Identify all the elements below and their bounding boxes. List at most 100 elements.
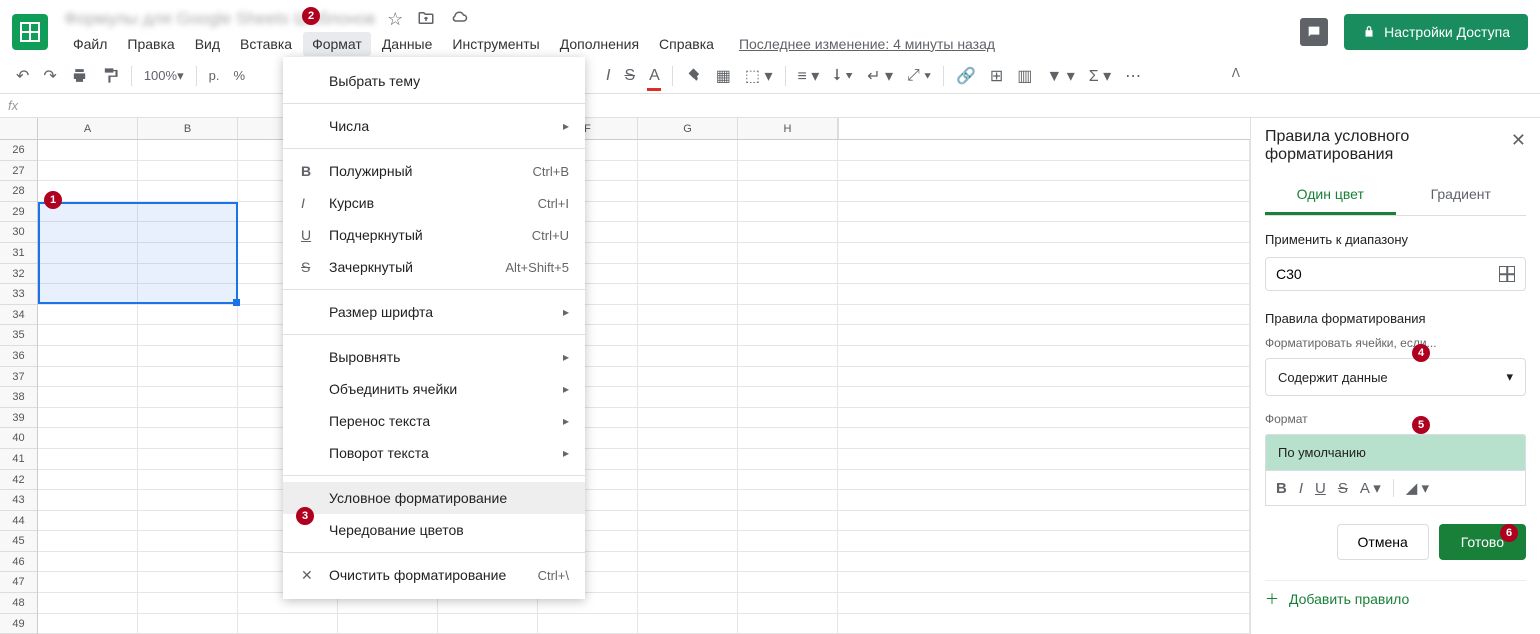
filter-icon[interactable]: ▼ ▾ [1040, 62, 1080, 90]
redo-icon[interactable]: ↷ [37, 62, 62, 90]
row-header[interactable]: 27 [0, 161, 37, 182]
row-header[interactable]: 44 [0, 511, 37, 532]
comments-icon[interactable] [1300, 18, 1328, 46]
mini-underline-icon[interactable]: U [1315, 480, 1326, 497]
fill-color-icon[interactable] [679, 63, 708, 88]
row-header[interactable]: 46 [0, 552, 37, 573]
row-header[interactable]: 31 [0, 243, 37, 264]
rotate-icon[interactable]: ⤢ ▾ [901, 63, 937, 89]
row-header[interactable]: 26 [0, 140, 37, 161]
row-header[interactable]: 40 [0, 428, 37, 449]
menu-file[interactable]: Файл [64, 32, 116, 56]
chart-icon[interactable]: ▥ [1011, 62, 1038, 90]
percent-format[interactable]: % [227, 64, 251, 87]
functions-icon[interactable]: Σ ▾ [1083, 62, 1117, 90]
link-icon[interactable]: 🔗 [950, 62, 982, 90]
menu-help[interactable]: Справка [650, 32, 723, 56]
menu-bold[interactable]: BПолужирныйCtrl+B [283, 155, 585, 187]
row-header[interactable]: 28 [0, 181, 37, 202]
formula-bar[interactable]: fx [0, 94, 1540, 118]
sheets-logo[interactable] [12, 14, 48, 50]
row-header[interactable]: 35 [0, 325, 37, 346]
row-header[interactable]: 48 [0, 593, 37, 614]
column-header[interactable]: A [38, 118, 138, 139]
print-icon[interactable] [65, 63, 94, 88]
menu-tools[interactable]: Инструменты [443, 32, 548, 56]
menu-strike[interactable]: SЗачеркнутыйAlt+Shift+5 [283, 251, 585, 283]
align-v-icon[interactable]: ⭣ ▾ [827, 63, 859, 89]
merge-cells-icon[interactable]: ⬚ ▾ [739, 62, 779, 90]
cells-area[interactable] [38, 140, 1250, 634]
row-header[interactable]: 41 [0, 449, 37, 470]
strike-icon[interactable]: S [618, 63, 641, 89]
borders-icon[interactable]: ▦ [710, 62, 737, 90]
cancel-button[interactable]: Отмена [1337, 524, 1429, 560]
menu-edit[interactable]: Правка [118, 32, 183, 56]
row-header[interactable]: 47 [0, 572, 37, 593]
text-color-icon[interactable]: A [643, 63, 666, 89]
format-preview[interactable]: По умолчанию [1265, 434, 1526, 470]
row-header[interactable]: 45 [0, 531, 37, 552]
row-header[interactable]: 34 [0, 305, 37, 326]
menu-font-size[interactable]: Размер шрифта▸ [283, 296, 585, 328]
row-header[interactable]: 43 [0, 490, 37, 511]
menu-addons[interactable]: Дополнения [551, 32, 648, 56]
close-icon[interactable]: ✕ [1511, 130, 1526, 151]
menu-alternating[interactable]: Чередование цветов [283, 514, 585, 546]
undo-icon[interactable]: ↶ [10, 62, 35, 90]
align-h-icon[interactable]: ≡ ▾ [792, 62, 826, 90]
menu-rotate[interactable]: Поворот текста▸ [283, 437, 585, 469]
row-header[interactable]: 39 [0, 408, 37, 429]
menu-conditional-format[interactable]: Условное форматирование [283, 482, 585, 514]
last-edit-link[interactable]: Последнее изменение: 4 минуты назад [739, 36, 995, 52]
mini-bold-icon[interactable]: B [1276, 480, 1287, 497]
menu-wrap[interactable]: Перенос текста▸ [283, 405, 585, 437]
column-header[interactable]: G [638, 118, 738, 139]
menu-italic[interactable]: IКурсивCtrl+I [283, 187, 585, 219]
row-header[interactable]: 32 [0, 264, 37, 285]
menu-clear-format[interactable]: ✕Очистить форматированиеCtrl+\ [283, 559, 585, 591]
mini-text-color-icon[interactable]: A ▾ [1360, 479, 1381, 497]
zoom-select[interactable]: 100% ▾ [138, 68, 190, 84]
row-header[interactable]: 30 [0, 222, 37, 243]
row-header[interactable]: 49 [0, 614, 37, 634]
comment-icon[interactable]: ⊞ [984, 62, 1009, 90]
row-header[interactable]: 29 [0, 202, 37, 223]
grid-selector-icon[interactable] [1499, 266, 1515, 282]
star-icon[interactable]: ☆ [387, 9, 403, 30]
row-header[interactable]: 37 [0, 367, 37, 388]
column-header[interactable]: H [738, 118, 838, 139]
document-title[interactable]: Формулы для Google Sheets Шаблонов [64, 9, 375, 29]
menu-theme[interactable]: Выбрать тему [283, 65, 585, 97]
collapse-toolbar-icon[interactable]: ᐱ [1232, 66, 1240, 80]
menu-underline[interactable]: UПодчеркнутыйCtrl+U [283, 219, 585, 251]
mini-italic-icon[interactable]: I [1299, 480, 1303, 497]
move-folder-icon[interactable] [417, 9, 435, 30]
menu-align[interactable]: Выровнять▸ [283, 341, 585, 373]
row-header[interactable]: 33 [0, 284, 37, 305]
wrap-icon[interactable]: ↵ ▾ [861, 62, 899, 90]
more-icon[interactable]: ⋯ [1119, 62, 1147, 90]
column-header[interactable]: B [138, 118, 238, 139]
row-header[interactable]: 38 [0, 387, 37, 408]
mini-fill-color-icon[interactable]: ◢ ▾ [1406, 479, 1429, 497]
menu-data[interactable]: Данные [373, 32, 442, 56]
share-button[interactable]: Настройки Доступа [1344, 14, 1528, 50]
italic-icon[interactable]: I [600, 63, 616, 89]
add-rule-button[interactable]: ＋ Добавить правило [1265, 580, 1526, 617]
menu-insert[interactable]: Вставка [231, 32, 301, 56]
paint-format-icon[interactable] [96, 63, 125, 88]
range-input[interactable] [1276, 266, 1499, 282]
cloud-saved-icon[interactable] [449, 9, 469, 30]
row-header[interactable]: 36 [0, 346, 37, 367]
mini-strike-icon[interactable]: S [1338, 480, 1348, 497]
tab-gradient[interactable]: Градиент [1396, 176, 1527, 215]
currency-format[interactable]: р. [203, 64, 226, 87]
menu-numbers[interactable]: Числа▸ [283, 110, 585, 142]
menu-format[interactable]: Формат [303, 32, 371, 56]
condition-select[interactable]: Содержит данные ▾ [1265, 358, 1526, 396]
row-header[interactable]: 42 [0, 470, 37, 491]
menu-view[interactable]: Вид [186, 32, 229, 56]
tab-single-color[interactable]: Один цвет [1265, 176, 1396, 215]
menu-merge[interactable]: Объединить ячейки▸ [283, 373, 585, 405]
